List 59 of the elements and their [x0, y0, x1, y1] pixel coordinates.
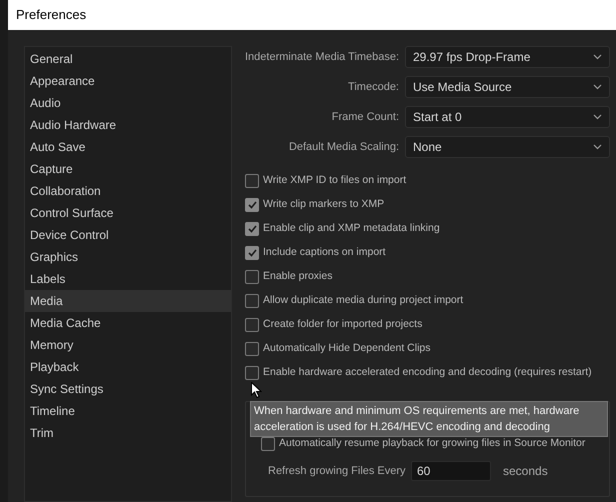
category-item[interactable]: Memory [25, 334, 231, 356]
dropdown[interactable]: Use Media Source [405, 76, 610, 98]
category-item[interactable]: Sync Settings [25, 378, 231, 400]
category-item[interactable]: Playback [25, 356, 231, 378]
checkbox[interactable] [261, 437, 275, 451]
category-item[interactable]: Trim [25, 422, 231, 444]
category-item[interactable]: Graphics [25, 246, 231, 268]
dropdown[interactable]: Start at 0 [405, 106, 610, 128]
checkbox-label: Write XMP ID to files on import [263, 173, 406, 188]
unit-label: seconds [503, 463, 548, 480]
window-title: Preferences [16, 6, 86, 24]
dropdown[interactable]: 29.97 fps Drop-Frame [405, 46, 610, 68]
chevron-down-icon [593, 114, 602, 120]
checkbox-label: Enable clip and XMP metadata linking [263, 221, 440, 236]
checkmark-icon [248, 249, 256, 257]
category-item[interactable]: Capture [25, 158, 231, 180]
checkbox[interactable] [245, 246, 259, 260]
checkbox-label: Automatically resume playback for growing files in Source Monitor [279, 436, 586, 452]
field-label: Timecode: [347, 80, 400, 95]
checkbox-label: Automatically Hide Dependent Clips [263, 341, 431, 356]
checkbox[interactable] [245, 366, 259, 380]
tooltip: When hardware and minimum OS requirements are met, hardware acceleration is used for H.264/HEVC encoding and decoding [250, 401, 608, 437]
checkmark-icon [248, 225, 256, 233]
checkbox-label: Enable hardware accelerated encoding and decoding (requires restart) [263, 365, 592, 380]
category-item[interactable]: Media [25, 290, 231, 312]
category-item[interactable]: Labels [25, 268, 231, 290]
checkbox-label: Allow duplicate media during project import [263, 293, 464, 308]
checkbox[interactable] [245, 222, 259, 236]
field-label: Indeterminate Media Timebase: [245, 50, 400, 65]
field-label: Frame Count: [330, 110, 400, 125]
checkbox-label: Enable proxies [263, 269, 332, 284]
chevron-down-icon [593, 84, 602, 90]
checkbox[interactable] [245, 294, 259, 308]
category-item[interactable]: Device Control [25, 224, 231, 246]
chevron-down-icon [593, 144, 602, 150]
checkbox[interactable] [245, 318, 259, 332]
checkmark-icon [248, 201, 256, 209]
checkbox[interactable] [245, 270, 259, 284]
category-item[interactable]: Media Cache [25, 312, 231, 334]
dropdown[interactable]: None [405, 136, 610, 158]
checkbox-label: Write clip markers to XMP [263, 197, 384, 212]
category-item[interactable]: Collaboration [25, 180, 231, 202]
checkbox[interactable] [245, 174, 259, 188]
checkbox-label: Include captions on import [263, 245, 386, 260]
category-item[interactable]: Auto Save [25, 136, 231, 158]
category-item[interactable]: Audio [25, 92, 231, 114]
category-item[interactable]: Audio Hardware [25, 114, 231, 136]
category-item[interactable]: Control Surface [25, 202, 231, 224]
mouse-cursor-icon [251, 382, 262, 399]
category-item[interactable]: Appearance [25, 70, 231, 92]
input-field[interactable]: 60 [411, 461, 491, 481]
checkbox-label: Create folder for imported projects [263, 317, 422, 332]
checkbox[interactable] [245, 198, 259, 212]
checkbox[interactable] [245, 342, 259, 356]
category-item[interactable]: General [25, 48, 231, 70]
field-label: Refresh growing Files Every [268, 464, 407, 479]
category-item[interactable]: Timeline [25, 400, 231, 422]
field-label: Default Media Scaling: [288, 140, 400, 155]
chevron-down-icon [593, 54, 602, 60]
